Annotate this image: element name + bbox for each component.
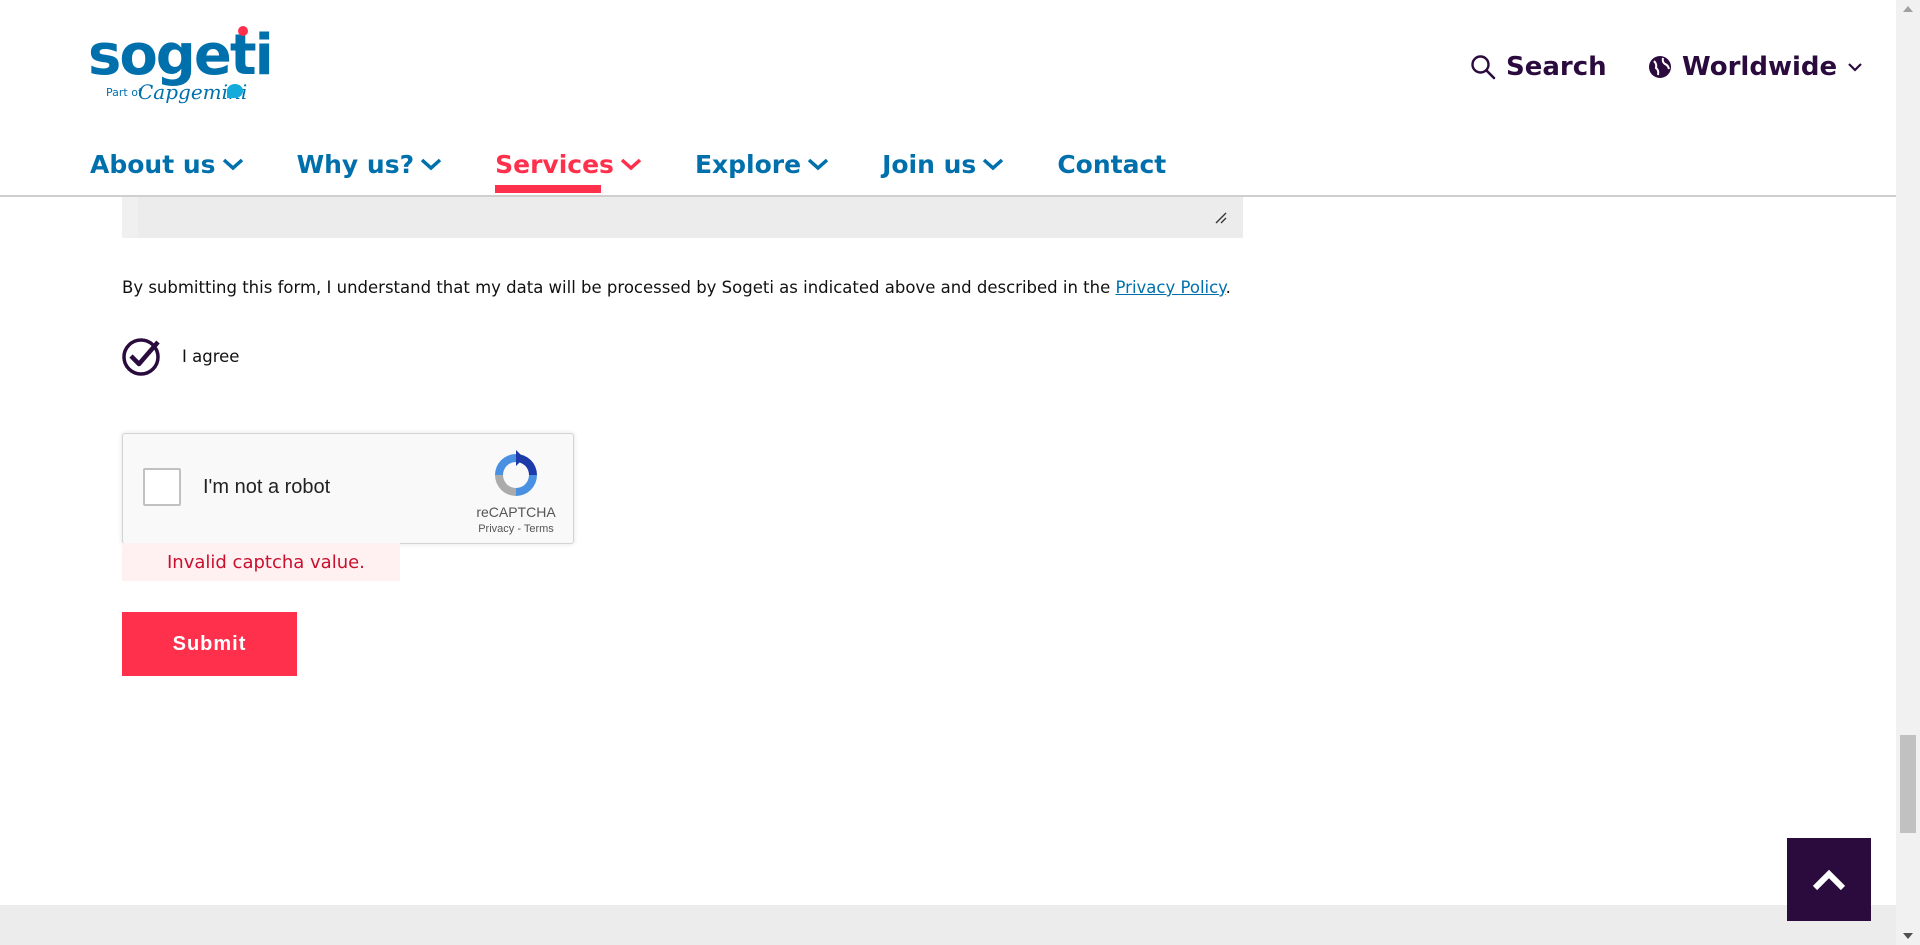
sogeti-logo[interactable]: sogeti Part of Capgemini xyxy=(88,26,274,108)
scroll-up-arrow-icon[interactable] xyxy=(1896,0,1920,18)
nav-item-explore[interactable]: Explore xyxy=(695,136,829,192)
message-textarea[interactable] xyxy=(122,195,1243,238)
nav-label: Contact xyxy=(1057,149,1167,179)
recaptcha-separator: - xyxy=(514,523,524,535)
region-label: Worldwide xyxy=(1682,52,1838,82)
search-icon xyxy=(1471,55,1496,80)
chevron-down-icon xyxy=(620,158,642,171)
textarea-field[interactable] xyxy=(138,195,1243,238)
nav-label: Services xyxy=(495,149,614,179)
nav-label: About us xyxy=(90,149,216,179)
agree-label: I agree xyxy=(182,346,240,366)
search-button[interactable]: Search xyxy=(1470,52,1607,82)
region-selector[interactable]: Worldwide xyxy=(1648,52,1863,82)
nav-label: Why us? xyxy=(296,149,415,179)
recaptcha-widget: I'm not a robot reCAPTCHA Privacy - Term… xyxy=(122,433,574,544)
recaptcha-brand: reCAPTCHA xyxy=(476,504,556,520)
nav-label: Explore xyxy=(694,149,802,179)
consent-end: . xyxy=(1225,278,1231,297)
logo-dot xyxy=(238,26,248,36)
arrow-up-icon xyxy=(1812,869,1846,890)
scroll-down-arrow-icon[interactable] xyxy=(1896,927,1920,945)
chevron-down-icon xyxy=(807,158,829,171)
site-header: sogeti Part of Capgemini Search Worldwid… xyxy=(0,0,1896,197)
recaptcha-label: I'm not a robot xyxy=(203,476,331,498)
chevron-down-icon xyxy=(420,158,442,171)
recaptcha-terms-link[interactable]: Terms xyxy=(524,523,554,535)
nav-item-contact[interactable]: Contact xyxy=(1057,136,1166,192)
submit-button[interactable]: Submit xyxy=(122,612,297,676)
logo-spade-icon xyxy=(227,84,243,98)
nav-label: Join us xyxy=(882,149,977,179)
recaptcha-logo-icon xyxy=(495,450,537,496)
recaptcha-checkbox[interactable] xyxy=(143,468,181,506)
logo-part-of: Part of xyxy=(106,86,142,99)
nav-item-join-us[interactable]: Join us xyxy=(882,136,1004,192)
nav-item-about-us[interactable]: About us xyxy=(90,136,244,192)
nav-item-why-us[interactable]: Why us? xyxy=(297,136,443,192)
vertical-scrollbar[interactable] xyxy=(1896,0,1920,945)
consent-body: By submitting this form, I understand th… xyxy=(122,278,1116,297)
chevron-down-icon xyxy=(222,158,243,171)
globe-icon xyxy=(1649,56,1671,78)
footer-band xyxy=(0,905,1896,945)
chevron-down-icon xyxy=(983,158,1004,171)
check-circle-icon[interactable] xyxy=(122,336,162,376)
main-nav: About us Why us? Services Explore Join u… xyxy=(90,136,1166,193)
scrollbar-thumb[interactable] xyxy=(1900,735,1916,833)
nav-item-services[interactable]: Services xyxy=(495,136,642,193)
chevron-down-icon xyxy=(1848,63,1862,72)
search-label: Search xyxy=(1506,52,1607,82)
consent-text: By submitting this form, I understand th… xyxy=(122,278,1231,297)
privacy-policy-link[interactable]: Privacy Policy xyxy=(1116,278,1226,297)
resize-handle-icon[interactable] xyxy=(1215,212,1227,224)
back-to-top-button[interactable] xyxy=(1787,838,1871,921)
agree-checkbox-row[interactable]: I agree xyxy=(122,336,239,376)
recaptcha-links: Privacy - Terms xyxy=(466,523,566,535)
captcha-error-message: Invalid captcha value. xyxy=(122,543,400,581)
recaptcha-privacy-link[interactable]: Privacy xyxy=(478,523,514,535)
